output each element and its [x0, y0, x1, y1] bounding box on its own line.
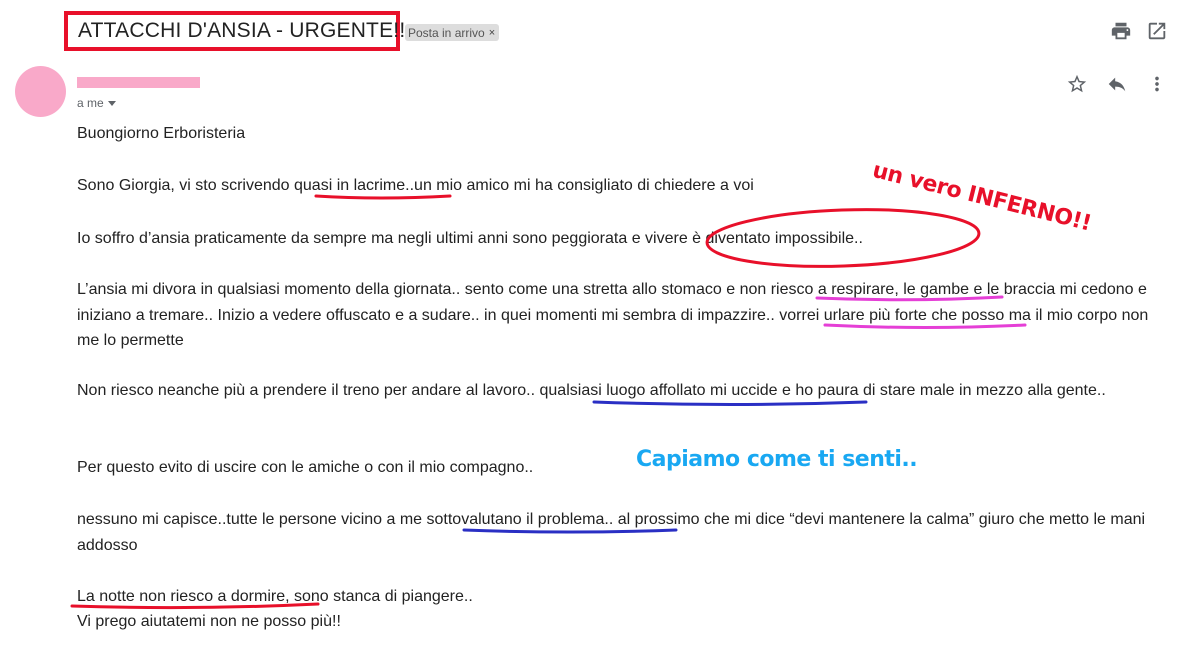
- email-subject: ATTACCHI D'ANSIA - URGENTE!!: [78, 19, 406, 42]
- sender-avatar: [15, 66, 66, 117]
- chevron-down-icon: [107, 101, 116, 107]
- body-closing: Vi prego aiutatemi non ne posso più!!: [77, 613, 341, 630]
- body-paragraph-train: Non riesco neanche più a prendere il tre…: [77, 382, 1106, 399]
- inbox-label-chip[interactable]: Posta in arrivo ×: [405, 24, 500, 41]
- body-paragraph-sleep: La notte non riesco a dormire, sono stan…: [77, 588, 473, 605]
- print-icon[interactable]: [1110, 20, 1132, 42]
- body-paragraph-friends: Per questo evito di uscire con le amiche…: [77, 459, 534, 476]
- star-icon[interactable]: [1066, 73, 1088, 95]
- subject-highlight-box: ATTACCHI D'ANSIA - URGENTE!!: [64, 11, 405, 51]
- recipient-details-toggle[interactable]: a me: [77, 96, 116, 110]
- body-greeting: Buongiorno Erboristeria: [77, 125, 246, 142]
- sender-name-redacted: [77, 77, 200, 88]
- blue-handwritten-note: Capiamo come ti senti..: [636, 447, 918, 472]
- inbox-label-text: Posta in arrivo: [408, 25, 485, 40]
- body-paragraph-anxiety: Io soffro d’ansia praticamente da sempre…: [77, 230, 863, 247]
- remove-label-button[interactable]: ×: [489, 27, 495, 39]
- reply-icon[interactable]: [1106, 73, 1128, 95]
- body-paragraph-symptoms: L’ansia mi divora in qualsiasi momento d…: [77, 281, 1149, 349]
- recipient-text: a me: [77, 96, 104, 110]
- body-paragraph-misunderstood: nessuno mi capisce..tutte le persone vic…: [77, 511, 1146, 554]
- open-in-new-window-icon[interactable]: [1146, 20, 1168, 42]
- more-vertical-icon[interactable]: [1146, 73, 1168, 95]
